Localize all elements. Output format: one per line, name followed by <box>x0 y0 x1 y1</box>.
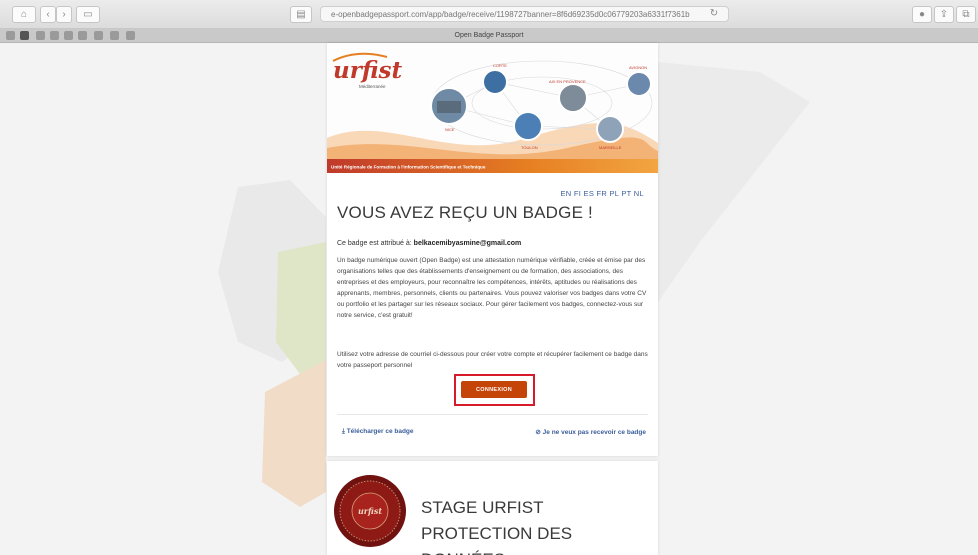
back-button[interactable]: ‹ <box>40 6 56 23</box>
sidebar-button[interactable]: ▭ <box>76 6 100 23</box>
home-button[interactable]: ⌂ <box>12 6 36 23</box>
city-label: CORTE <box>493 63 507 68</box>
svg-text:Méditerranée: Méditerranée <box>359 84 386 89</box>
city-label: NICE <box>445 127 455 132</box>
reader-button[interactable]: ▤ <box>290 6 312 23</box>
svg-text:urfist: urfist <box>333 57 403 84</box>
city-label: AIX EN PROVENCE <box>549 79 586 84</box>
recipient-email: belkacemibyasmine@gmail.com <box>413 240 522 247</box>
banner-illustration: CORTE AIX EN PROVENCE AVIGNON NICE TOULO… <box>327 43 658 173</box>
connect-button[interactable]: CONNEXION <box>461 381 527 398</box>
badge-image[interactable]: urfist <box>331 472 409 550</box>
bg-shape-right <box>658 62 810 302</box>
banner-footer: Unité Régionale de Formation à l'Informa… <box>331 165 486 170</box>
language-links[interactable]: EN FI ES FR PL PT NL <box>560 189 644 198</box>
instruction-text: Utilisez votre adresse de courriel ci-de… <box>337 351 648 370</box>
page-title: VOUS AVEZ REÇU UN BADGE ! <box>337 203 593 222</box>
recipient-line: Ce badge est attribué à: belkacemibyasmi… <box>337 240 521 247</box>
download-label: Télécharger ce badge <box>346 428 414 435</box>
divider <box>337 414 648 415</box>
receive-badge-card: CORTE AIX EN PROVENCE AVIGNON NICE TOULO… <box>327 43 658 456</box>
tab-title[interactable]: Open Badge Passport <box>0 29 978 42</box>
bg-hexagon-orange <box>262 360 326 507</box>
url-bar[interactable]: e-openbadgepassport.com/app/badge/receiv… <box>320 6 729 22</box>
decline-badge-link[interactable]: ⊘ Je ne veux pas recevoir ce badge <box>535 428 646 436</box>
badge-description: Un badge numérique ouvert (Open Badge) e… <box>337 257 647 320</box>
badge-title: STAGE URFIST PROTECTION DES DONNÉES <box>421 498 573 555</box>
city-label: TOULON <box>521 145 538 150</box>
urfist-banner: CORTE AIX EN PROVENCE AVIGNON NICE TOULO… <box>327 43 658 173</box>
svg-text:urfist: urfist <box>358 506 382 516</box>
forward-button[interactable]: › <box>56 6 72 23</box>
url-text: e-openbadgepassport.com/app/badge/receiv… <box>331 10 690 19</box>
download-badge-link[interactable]: ⤓ Télécharger ce badge <box>342 428 414 436</box>
browser-toolbar: ⌂ ‹ › ▭ ▤ e-openbadgepassport.com/app/ba… <box>0 0 978 29</box>
download-icon: ⤓ <box>342 428 345 435</box>
tabs-button[interactable]: ⧉ <box>956 6 976 23</box>
extension-button[interactable]: ● <box>912 6 932 23</box>
decline-label: Je ne veux pas recevoir ce badge <box>542 429 646 436</box>
city-label: AVIGNON <box>629 65 647 70</box>
badge-card: urfist STAGE URFIST PROTECTION DES DONNÉ… <box>327 461 658 555</box>
urfist-logo: urfist Méditerranée <box>332 52 403 89</box>
share-button[interactable]: ⇪ <box>934 6 954 23</box>
recipient-label: Ce badge est attribué à: <box>337 240 412 247</box>
tab-bar: Open Badge Passport <box>0 29 978 43</box>
decline-icon: ⊘ <box>535 429 541 436</box>
reload-icon[interactable]: ↻ <box>706 6 722 21</box>
city-label: MARSEILLE <box>599 145 622 150</box>
